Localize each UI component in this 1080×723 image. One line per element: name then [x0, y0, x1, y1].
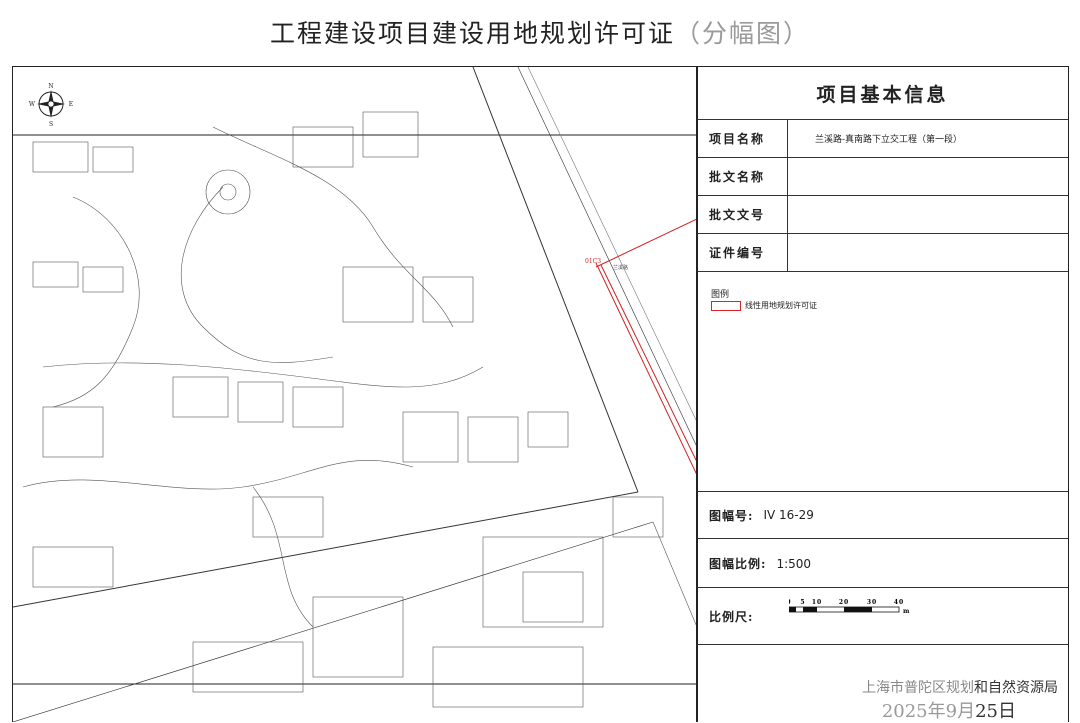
ruler-tick: 20 [839, 599, 849, 606]
legend-title: 图例 [711, 290, 730, 300]
ruler-tick: 0 [789, 599, 792, 606]
row-label: 批文名称 [697, 158, 788, 195]
page-title: 工程建设项目建设用地规划许可证（分幅图） [0, 14, 1080, 50]
map-area[interactable]: N S W E 01C3 兰溪路 [12, 66, 698, 722]
row-certificate-no: 证件编号 [697, 234, 1068, 272]
issuer-dark: 和自然资源局 [974, 680, 1058, 696]
row-label: 证件编号 [697, 234, 788, 271]
compass-s: S [49, 121, 53, 128]
row-label: 批文文号 [697, 196, 788, 233]
row-value [789, 234, 1068, 271]
issuer-faded: 上海市普陀区规划 [862, 680, 974, 696]
sheet-number-row: 图幅号: IV 16-29 [697, 491, 1068, 539]
compass-e: E [69, 101, 73, 108]
row-approval-name: 批文名称 [697, 158, 1068, 196]
road-label: 兰溪路 [613, 264, 628, 271]
ruler-tick: 10 [812, 599, 822, 606]
scale-value: 1:500 [776, 556, 812, 571]
legend-swatch [711, 300, 741, 311]
row-project-name: 项目名称 兰溪路-真南路下立交工程（第一段） [697, 120, 1068, 158]
scale-row: 图幅比例: 1:500 [697, 540, 1068, 588]
map-drawing: N S W E 01C3 兰溪路 [13, 67, 697, 722]
issuer-seal-text: 上海市普陀区规划和自然资源局 [862, 677, 1058, 697]
title-sub: （分幅图） [675, 19, 811, 48]
ruler-tick: 5 [800, 599, 805, 606]
ruler-tick: 30 [867, 599, 877, 606]
compass-n: N [48, 83, 53, 90]
scale-label: 图幅比例: [709, 557, 767, 571]
issue-date: 2025年9月25日 [882, 697, 1016, 723]
panel-header: 项目基本信息 [697, 67, 1068, 120]
legend-item: 线性用地规划许可证 [711, 300, 817, 311]
ruler-tick: 40 [894, 599, 904, 606]
scale-bar-graphic: 0 5 10 20 30 40 m [789, 599, 910, 615]
compass-w: W [29, 101, 36, 108]
sheet-number-value: IV 16-29 [763, 508, 814, 522]
row-approval-no: 批文文号 [697, 196, 1068, 234]
date-faded: 2025年9月 [881, 701, 976, 722]
point-label: 01C3 [585, 258, 601, 265]
title-main: 工程建设项目建设用地规划许可证 [269, 19, 675, 48]
date-dark: 25日 [975, 701, 1016, 722]
compass-icon [37, 90, 65, 118]
row-value [789, 158, 1068, 195]
row-value [789, 196, 1068, 233]
ruler-unit: m [903, 608, 910, 615]
row-label: 项目名称 [697, 120, 788, 157]
info-panel: 项目基本信息 项目名称 兰溪路-真南路下立交工程（第一段） 批文名称 批文文号 … [696, 66, 1069, 722]
ruler-label: 比例尺: [709, 610, 754, 624]
ruler-row: 比例尺: 0 5 10 20 30 40 m [697, 589, 1068, 645]
row-value: 兰溪路-真南路下立交工程（第一段） [815, 135, 963, 145]
legend-label: 线性用地规划许可证 [745, 301, 817, 310]
sheet-number-label: 图幅号: [709, 508, 754, 523]
